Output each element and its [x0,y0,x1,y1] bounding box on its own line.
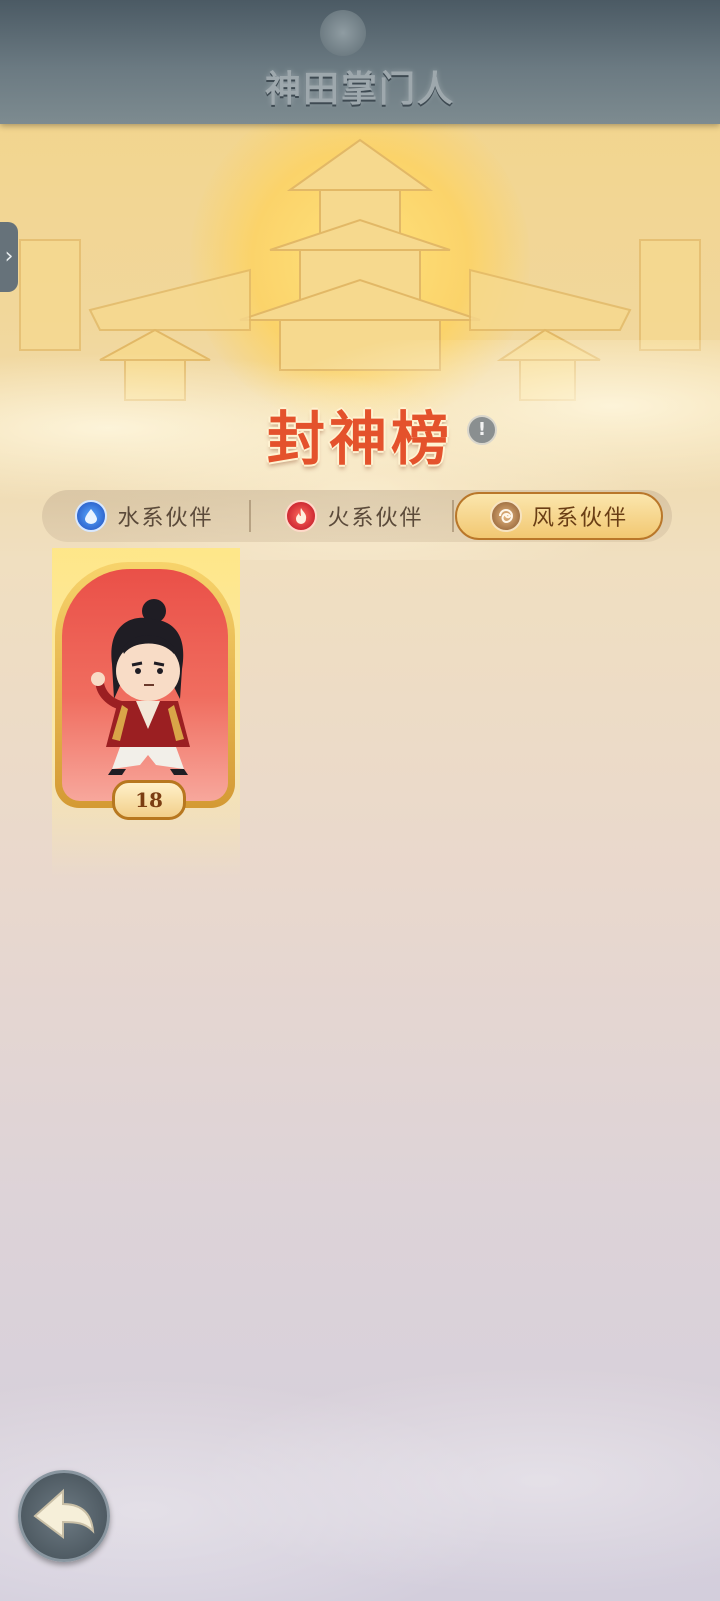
tab-divider [249,500,251,532]
top-banner: 神田掌门人 [0,0,720,124]
back-button[interactable] [18,1470,110,1562]
level-badge: 18 [112,780,186,820]
tab-label: 水系伙伴 [117,506,214,531]
tab-fire-partners[interactable]: 火系伙伴 [252,490,457,542]
back-arrow-icon [33,1488,95,1539]
fire-icon [285,500,318,532]
chevron-right-icon: › [4,244,14,269]
warrior-character-icon [91,599,190,775]
tab-wind-partners[interactable]: 风系伙伴 [455,492,663,540]
tab-label: 火系伙伴 [327,506,424,531]
moon-icon [320,10,366,56]
card-portrait [62,569,228,801]
page-title: 封神榜 [266,405,453,473]
water-drop-icon [75,500,108,532]
bottom-clouds [0,1300,720,1601]
tab-divider [452,500,454,532]
info-icon[interactable]: ! [467,415,497,445]
tab-water-partners[interactable]: 水系伙伴 [42,490,247,542]
wind-swirl-icon [489,500,522,532]
side-drawer-handle[interactable]: › [0,222,18,292]
element-tabs: 水系伙伴 火系伙伴 风系伙伴 [42,490,672,542]
partner-card[interactable] [55,562,235,808]
tab-label: 风系伙伴 [531,506,628,531]
game-logo: 神田掌门人 [264,68,455,110]
